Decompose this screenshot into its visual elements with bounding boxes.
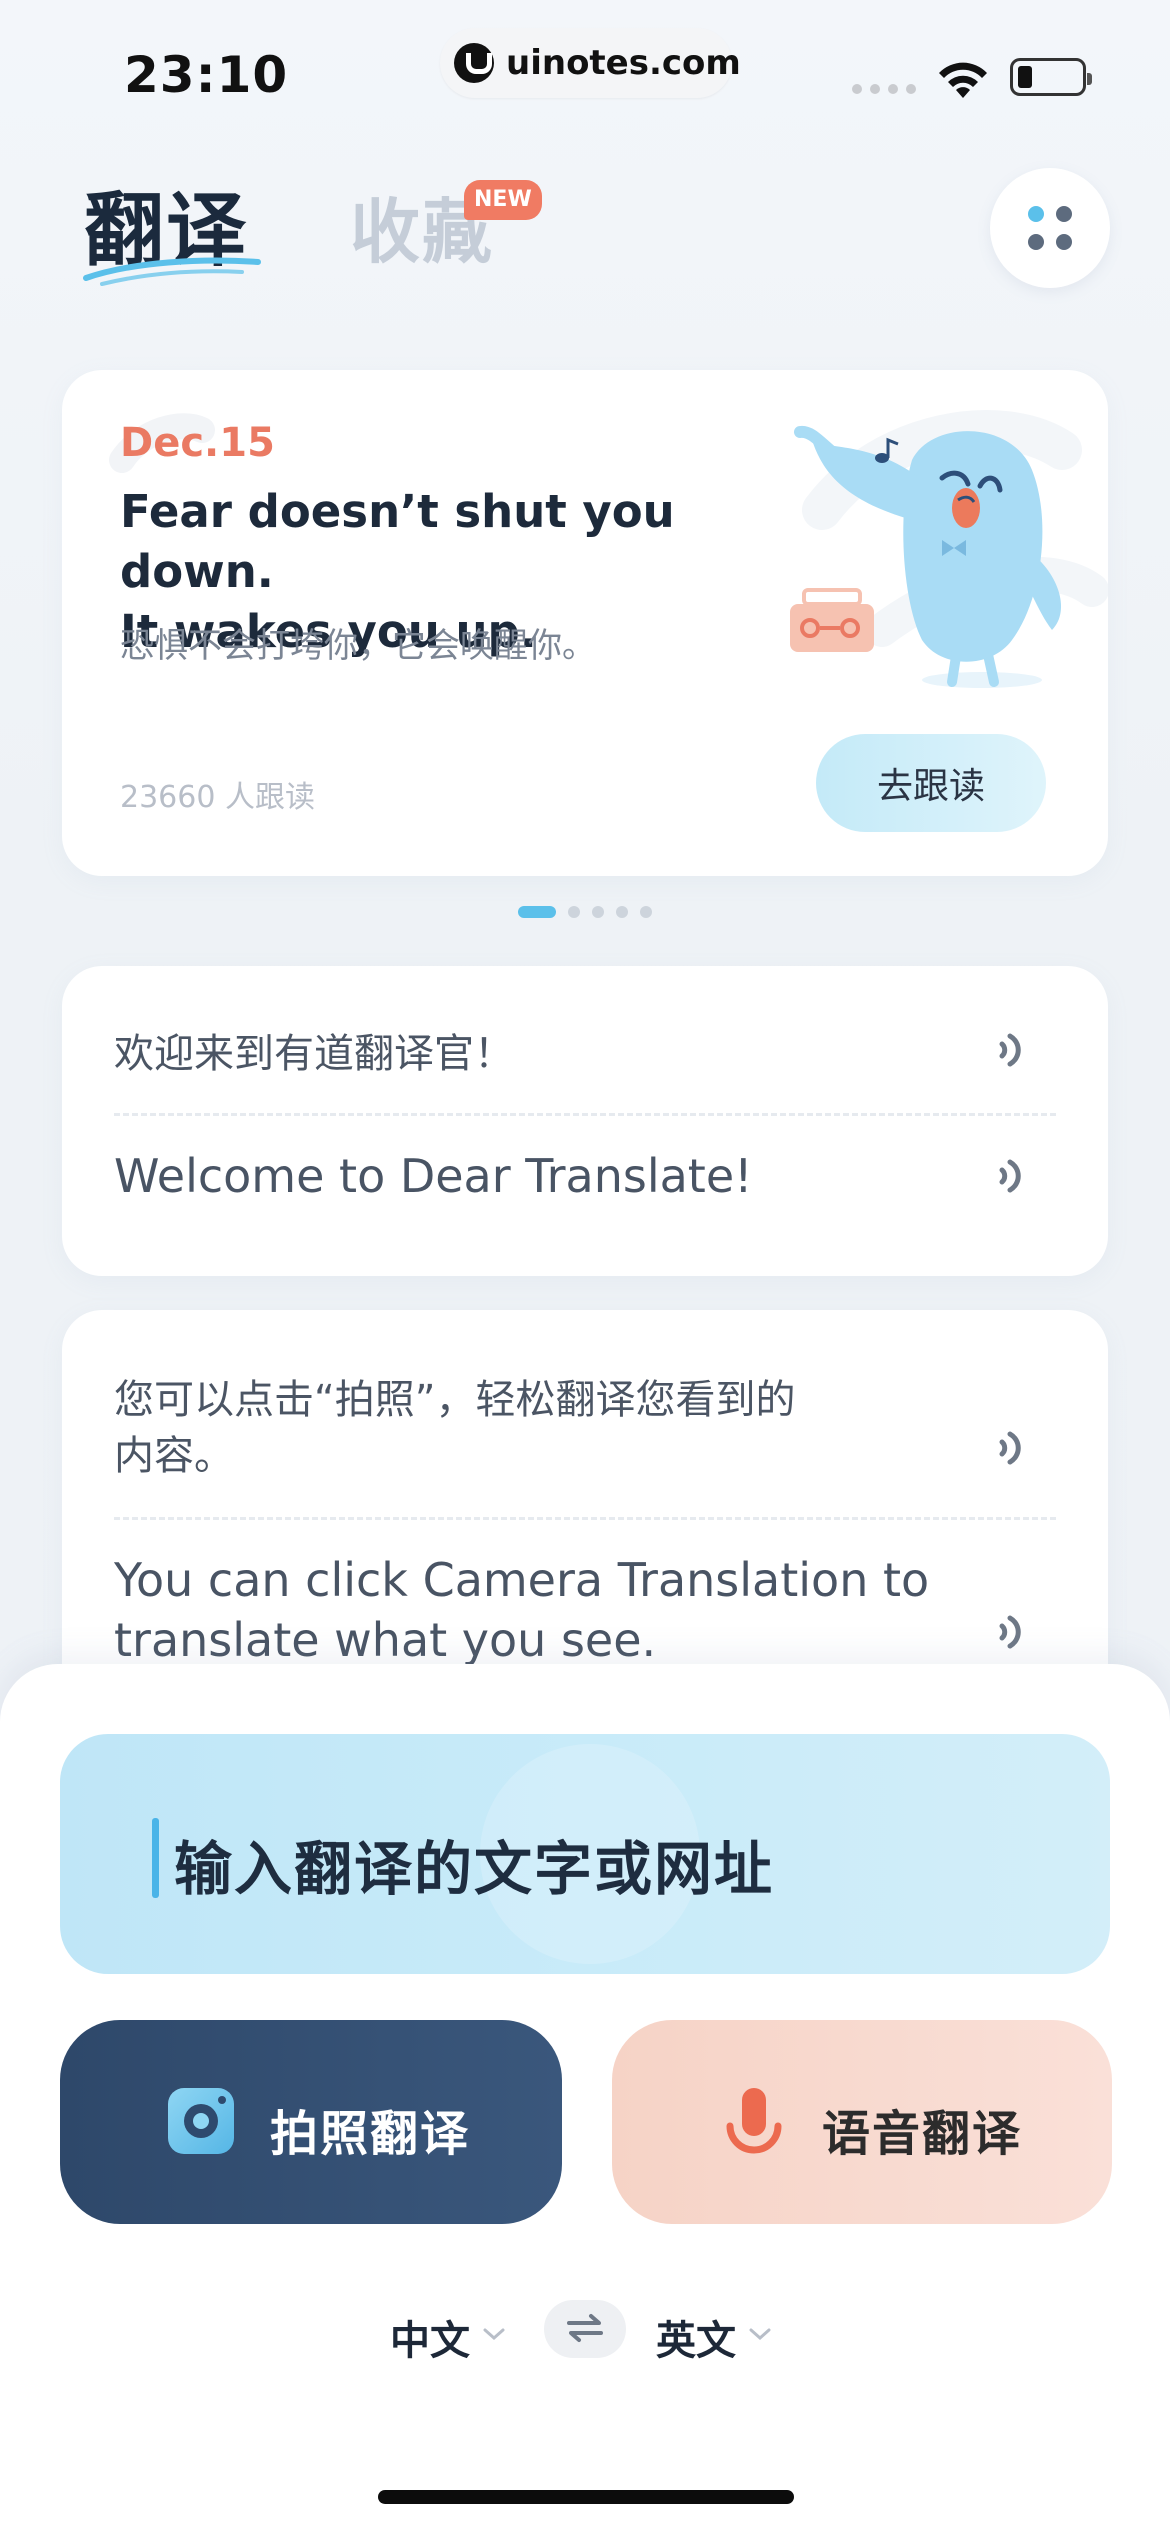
daily-sentence-chinese: 恐惧不会打垮你，它会唤醒你。 bbox=[120, 626, 596, 666]
conversation-card: 欢迎来到有道翻译官！ Welcome to Dear Translate! bbox=[62, 966, 1108, 1276]
home-indicator[interactable] bbox=[378, 2490, 794, 2504]
active-tab-underline bbox=[83, 257, 261, 286]
input-bottom-sheet: 输入翻译的文字或网址 拍照翻译 语音翻译 中文 英文 bbox=[0, 1664, 1170, 2532]
voice-translate-label: 语音翻译 bbox=[822, 2108, 1023, 2161]
message-chinese: 欢迎来到有道翻译官！ bbox=[114, 1031, 514, 1077]
camera-translate-button[interactable]: 拍照翻译 bbox=[60, 2020, 562, 2224]
card-date: Dec.15 bbox=[120, 420, 275, 466]
camera-translate-label: 拍照翻译 bbox=[270, 2108, 471, 2161]
message-english: You can click Camera Translation to tran… bbox=[114, 1553, 930, 1667]
new-badge: NEW bbox=[464, 180, 542, 220]
divider bbox=[114, 1517, 1056, 1520]
source-language[interactable]: 中文 bbox=[390, 2308, 470, 2366]
pager-dot bbox=[616, 906, 628, 918]
camera-icon bbox=[168, 2088, 234, 2154]
target-language[interactable]: 英文 bbox=[656, 2308, 736, 2366]
message-english: Welcome to Dear Translate! bbox=[114, 1149, 753, 1203]
swap-language-button[interactable] bbox=[544, 2300, 626, 2358]
status-bar: 23:10 uinotes.com bbox=[0, 0, 1170, 140]
language-selector: 中文 英文 bbox=[0, 2300, 1170, 2370]
follower-count: 23660 人跟读 bbox=[120, 780, 315, 815]
pager-dot bbox=[640, 906, 652, 918]
divider bbox=[114, 1113, 1056, 1116]
voice-translate-button[interactable]: 语音翻译 bbox=[612, 2020, 1112, 2224]
speaker-wave-icon[interactable] bbox=[992, 1610, 1032, 1654]
text-caret bbox=[152, 1818, 159, 1898]
speaker-wave-icon[interactable] bbox=[992, 1154, 1032, 1198]
input-placeholder: 输入翻译的文字或网址 bbox=[174, 1835, 775, 1903]
chevron-down-icon bbox=[483, 2328, 505, 2341]
swap-arrows-icon bbox=[567, 2313, 603, 2342]
battery-icon bbox=[1010, 58, 1092, 96]
follow-read-button[interactable]: 去跟读 bbox=[816, 734, 1046, 832]
menu-button[interactable] bbox=[990, 168, 1110, 288]
url-pill[interactable]: uinotes.com bbox=[440, 28, 741, 98]
cellular-signal-icon bbox=[852, 84, 916, 94]
app-screen: 23:10 uinotes.com 翻译 收藏 NEW Dec.15 Fear … bbox=[0, 0, 1170, 2532]
url-text: uinotes.com bbox=[506, 43, 741, 83]
speaker-wave-icon[interactable] bbox=[992, 1028, 1032, 1072]
site-logo-icon bbox=[454, 43, 494, 83]
pager-dot bbox=[568, 906, 580, 918]
pager-dot bbox=[518, 906, 556, 918]
daily-sentence-card[interactable]: Dec.15 Fear doesn’t shut you down. It wa… bbox=[62, 370, 1108, 876]
card-pager bbox=[518, 906, 652, 918]
status-time: 23:10 bbox=[124, 46, 289, 104]
microphone-icon bbox=[726, 2088, 782, 2154]
translate-input[interactable]: 输入翻译的文字或网址 bbox=[60, 1734, 1110, 1974]
wifi-icon bbox=[939, 62, 987, 98]
singing-bird-mascot bbox=[790, 425, 1062, 688]
speaker-wave-icon[interactable] bbox=[992, 1426, 1032, 1470]
message-chinese: 您可以点击“拍照”，轻松翻译您看到的 内容。 bbox=[114, 1377, 796, 1479]
pager-dot bbox=[592, 906, 604, 918]
chevron-down-icon bbox=[749, 2328, 771, 2341]
